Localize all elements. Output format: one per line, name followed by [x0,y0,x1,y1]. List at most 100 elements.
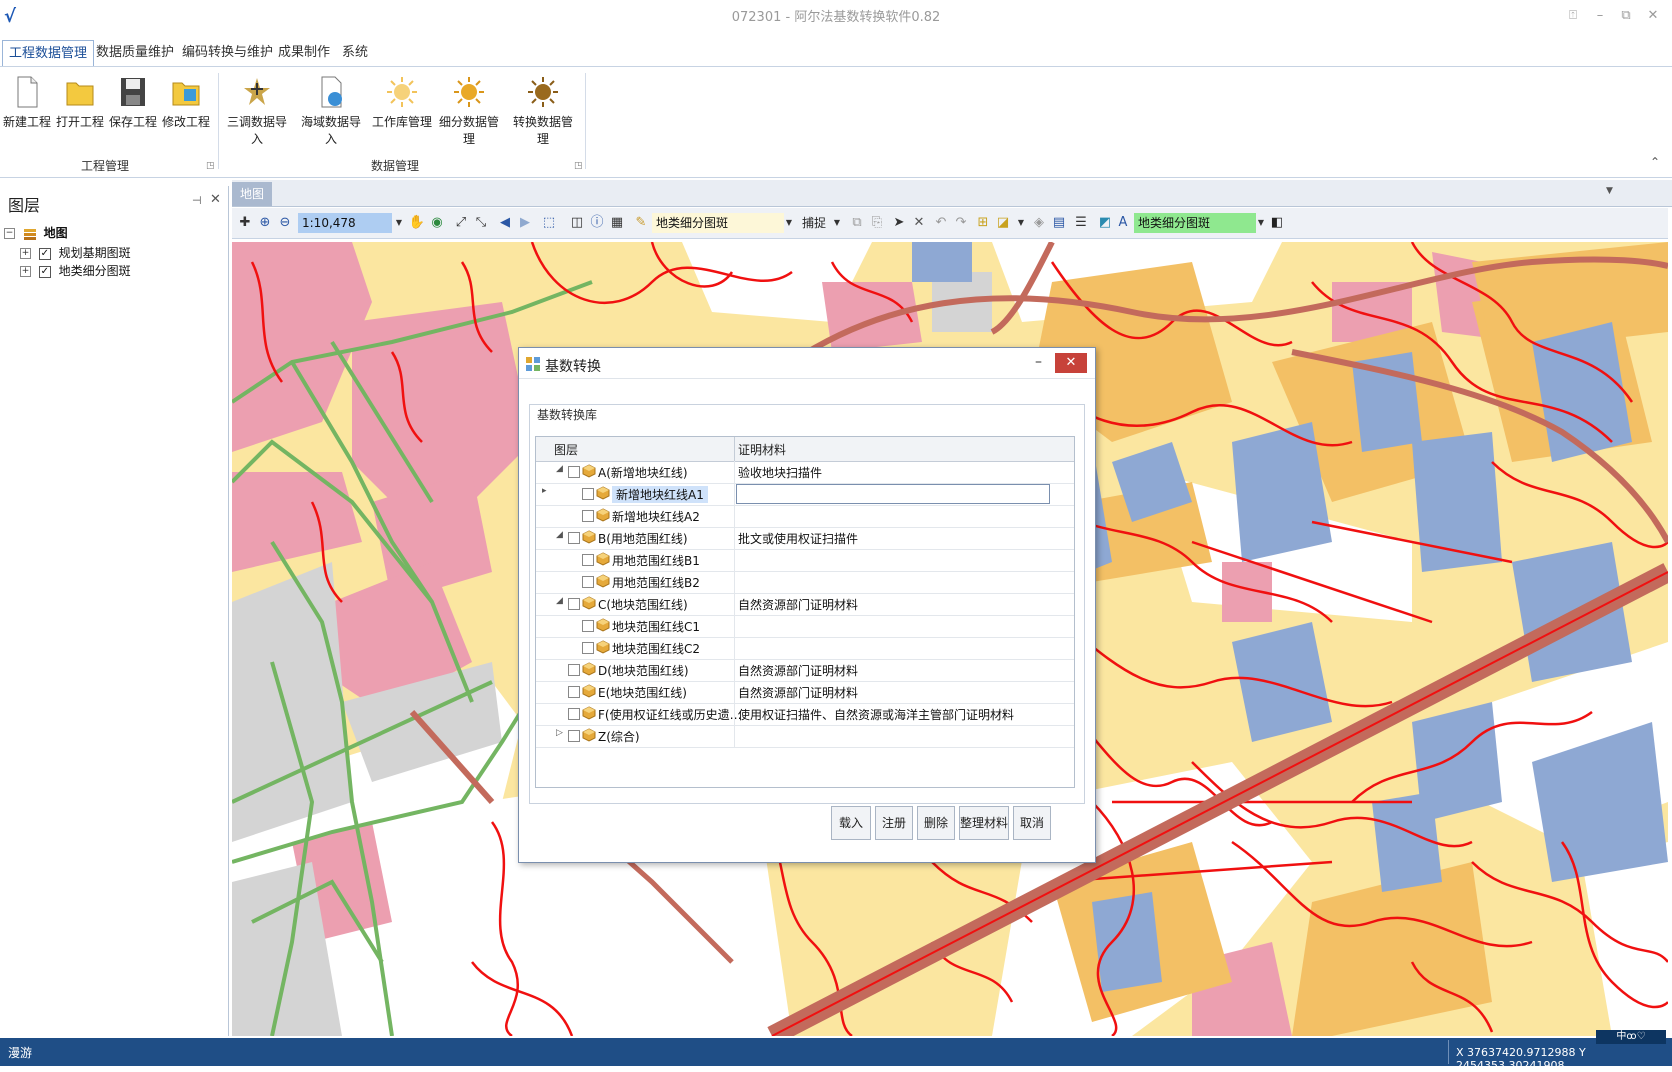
column-header-layer[interactable]: 图层 [554,441,578,458]
dialog-launcher-icon[interactable]: ◳ [206,161,215,171]
organize-materials-button[interactable]: 整理材料 [959,806,1009,840]
expand-toggle-icon[interactable]: ◢ [556,530,563,540]
map-edit-icon[interactable]: ◩ [1096,214,1114,232]
row-checkbox[interactable] [568,466,580,478]
tree-item-planning-layer[interactable]: + ✓ 规划基期图斑 [20,244,131,262]
split-tool-icon[interactable]: ⊞ [974,214,992,232]
register-button[interactable]: 注册 [875,806,913,840]
pointer-icon[interactable]: ➤ [890,214,908,232]
zoom-extent-icon[interactable]: ⤢ [452,214,470,232]
merge-tool-icon[interactable]: ◪ [994,214,1012,232]
measure-icon[interactable]: ▦ [608,214,626,232]
dialog-close-button[interactable]: ✕ [1055,353,1087,373]
row-checkbox[interactable] [582,642,594,654]
table-row[interactable]: ◢ A(新增地块红线) 验收地块扫描件 [536,461,1074,484]
row-checkbox[interactable] [568,708,580,720]
clear-select-icon[interactable]: ◫ [568,214,586,232]
undo-icon[interactable]: ↶ [932,214,950,232]
material-cell[interactable] [736,484,1050,504]
delete-button[interactable]: 删除 [917,806,955,840]
row-checkbox[interactable] [582,510,594,522]
scale-combo[interactable]: 1:10,478 [298,213,392,233]
load-button[interactable]: 载入 [831,806,871,840]
table-row[interactable]: 用地范围红线B2 [536,571,1074,594]
table-row[interactable]: 地块范围红线C2 [536,637,1074,660]
hand-pan-icon[interactable]: ✋ [408,214,426,232]
row-checkbox[interactable] [568,730,580,742]
table-row[interactable]: D(地块范围红线) 自然资源部门证明材料 [536,659,1074,682]
expand-toggle-icon[interactable]: ▷ [556,728,563,738]
zoom-out-icon[interactable]: ⊖ [276,214,294,232]
edit-project-button[interactable]: 修改工程 [159,73,213,145]
delete-x-icon[interactable]: ✕ [910,214,928,232]
tree-root-map[interactable]: − 地图 [4,224,68,242]
material-cell[interactable]: 批文或使用权证扫描件 [738,530,858,547]
table-row[interactable]: ▸ 新增地块红线A1 [536,483,1074,506]
table-row[interactable]: ▷ Z(综合) [536,725,1074,748]
table-row[interactable]: E(地块范围红线) 自然资源部门证明材料 [536,681,1074,704]
tab-system[interactable]: 系统 [336,40,374,66]
material-cell[interactable]: 自然资源部门证明材料 [738,684,858,701]
column-header-material[interactable]: 证明材料 [738,441,786,458]
fit-window-icon[interactable]: ⤡ [472,214,490,232]
table-row[interactable]: 用地范围红线B1 [536,549,1074,572]
tree-item-detail-layer[interactable]: + ✓ 地类细分图斑 [20,262,131,280]
table-row[interactable]: F(使用权证红线或历史遗… 使用权证扫描件、自然资源或海洋主管部门证明材料 [536,703,1074,726]
pan-cross-icon[interactable]: ✚ [236,214,254,232]
row-checkbox[interactable] [582,620,594,632]
paste-feature-icon[interactable]: ⎘ [868,214,886,232]
pin-icon[interactable]: ⊣ [192,194,202,207]
table-row[interactable]: 地块范围红线C1 [536,615,1074,638]
ime-tray[interactable]: 中ꝏ♡ [1596,1030,1666,1044]
edit-pencil-icon[interactable]: ✎ [632,214,650,232]
back-arrow-icon[interactable]: ◀ [496,214,514,232]
scale-dropdown-icon[interactable]: ▼ [390,214,408,232]
forward-arrow-icon[interactable]: ▶ [516,214,534,232]
dialog-launcher-icon[interactable]: ◳ [574,161,583,171]
material-cell[interactable]: 自然资源部门证明材料 [738,662,858,679]
tab-code-conversion[interactable]: 编码转换与维护 [176,40,279,66]
row-checkbox[interactable] [582,576,594,588]
collapse-icon[interactable]: − [4,228,15,239]
edit-layer-select[interactable]: 地类细分图斑 [652,213,784,233]
expand-icon[interactable]: + [20,266,31,277]
table-row[interactable]: ◢ B(用地范围红线) 批文或使用权证扫描件 [536,527,1074,550]
import-sea-button[interactable]: 海域数据导入 [298,73,364,146]
maximize-button[interactable]: ⧉ [1616,8,1636,26]
new-project-button[interactable]: 新建工程 [0,73,54,145]
select-tool-icon[interactable]: ⬚ [540,214,558,232]
redo-icon[interactable]: ↷ [952,214,970,232]
zoom-in-icon[interactable]: ⊕ [256,214,274,232]
tab-map[interactable]: 地图 [232,182,272,206]
row-checkbox[interactable] [568,664,580,676]
layer-visible-checkbox[interactable]: ✓ [38,247,51,260]
attribute-table-icon[interactable]: ▤ [1050,214,1068,232]
row-checkbox[interactable] [582,488,594,500]
table-row[interactable]: 新增地块红线A2 [536,505,1074,528]
snap-dropdown-icon[interactable]: ▼ [828,214,846,232]
open-project-button[interactable]: 打开工程 [53,73,107,145]
restore-ribbon-button[interactable]: ⍐ [1563,8,1583,26]
tab-list-chevron-icon[interactable]: ▼ [1606,186,1613,196]
workspace-manage-button[interactable]: 工作库管理 [372,73,432,145]
table-row[interactable]: ◢ C(地块范围红线) 自然资源部门证明材料 [536,593,1074,616]
tab-project-data[interactable]: 工程数据管理 [2,40,95,67]
text-label-icon[interactable]: A [1114,214,1132,232]
info-icon[interactable]: ⓘ [588,214,606,232]
import-survey-button[interactable]: 三调数据导入 [224,73,290,146]
row-checkbox[interactable] [568,686,580,698]
close-button[interactable]: ✕ [1643,8,1663,26]
save-project-button[interactable]: 保存工程 [106,73,160,145]
layer-visible-checkbox[interactable]: ✓ [38,265,51,278]
dialog-minimize-button[interactable]: – [1035,354,1042,370]
minimize-button[interactable]: – [1590,8,1610,26]
row-checkbox[interactable] [582,554,594,566]
ribbon-collapse-icon[interactable]: ⌃ [1650,155,1660,169]
layer-dropdown-icon[interactable]: ▼ [780,214,798,232]
row-checkbox[interactable] [568,598,580,610]
material-cell[interactable]: 使用权证扫描件、自然资源或海洋主管部门证明材料 [738,706,1014,723]
legend-list-icon[interactable]: ☰ [1072,214,1090,232]
label-layer-select[interactable]: 地类细分图斑 [1134,213,1256,233]
expand-icon[interactable]: + [20,248,31,259]
convert-data-button[interactable]: 转换数据管理 [510,73,576,146]
